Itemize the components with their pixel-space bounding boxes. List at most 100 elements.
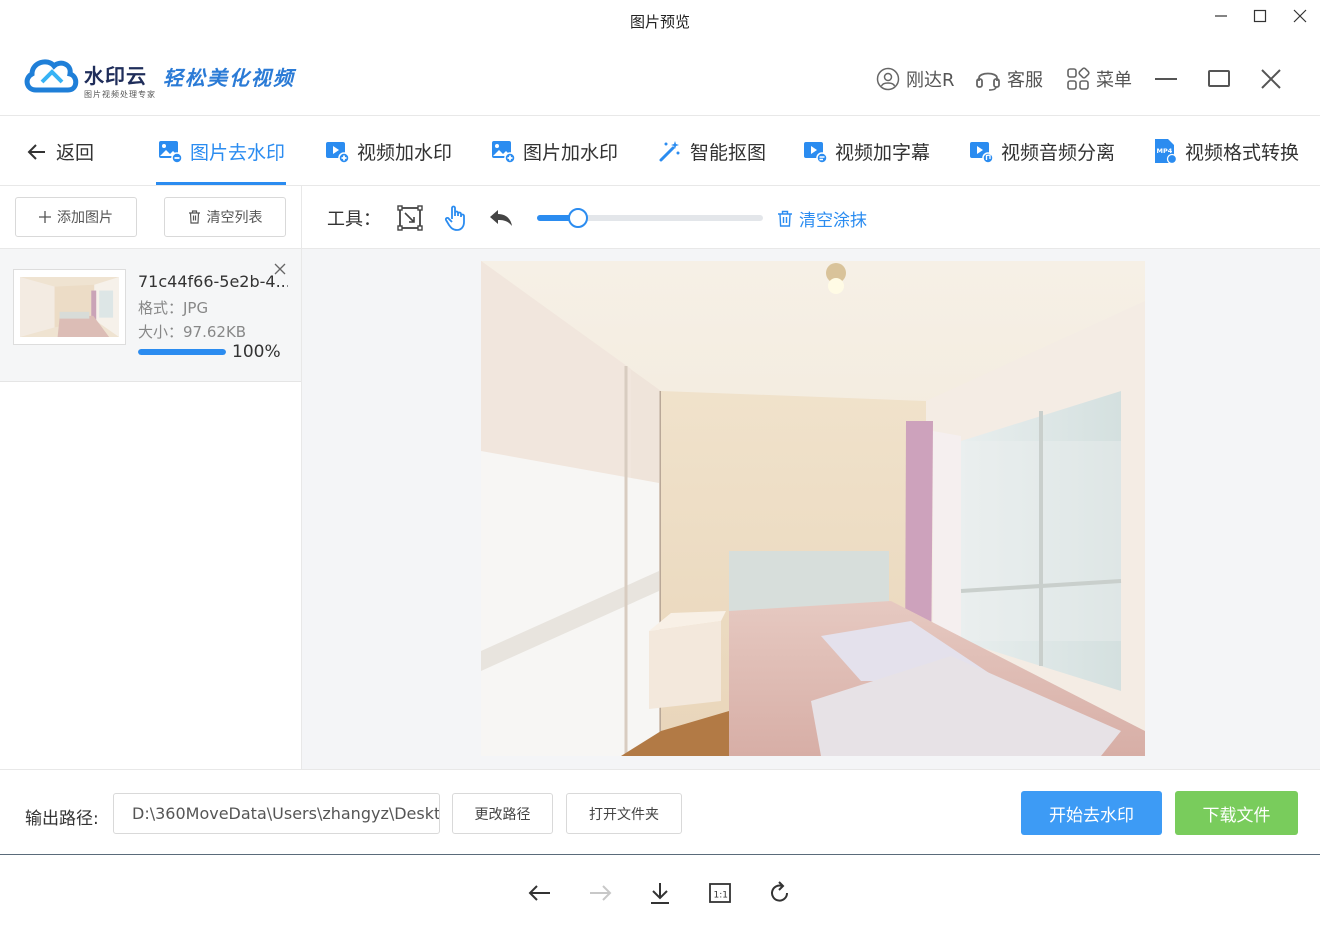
tools-label: 工具： [327, 209, 381, 230]
menu[interactable]: 菜单 [1066, 66, 1132, 92]
image-canvas[interactable] [302, 249, 1320, 769]
tab-image-remove-watermark[interactable]: 图片去水印 [158, 136, 285, 166]
file-thumbnail [13, 269, 126, 345]
app-maximize-button[interactable] [1206, 66, 1232, 92]
minimize-icon [1155, 78, 1177, 80]
rotate-icon [771, 881, 789, 902]
download-icon [651, 883, 669, 904]
back-label: 返回 [56, 142, 95, 164]
image-remove-icon [159, 141, 182, 163]
bedroom-photo[interactable] [481, 261, 1145, 756]
user-name: 刚达R [906, 70, 955, 91]
clear-list-label: 清空列表 [206, 210, 263, 226]
close-icon [1261, 69, 1281, 89]
active-tab-indicator [156, 182, 286, 185]
tab-image-add-watermark[interactable]: 图片加水印 [491, 136, 618, 166]
open-folder-button[interactable]: 打开文件夹 [566, 793, 682, 834]
arrow-left-icon [27, 143, 45, 160]
tab-label: 视频音频分离 [1001, 141, 1116, 164]
app-header: 水印云 图片视频处理专家 轻松美化视频 刚达R 客服 菜单 [0, 40, 1320, 116]
slogan: 轻松美化视频 [163, 66, 295, 90]
tab-label: 视频格式转换 [1185, 141, 1300, 164]
grid-menu-icon [1067, 67, 1090, 90]
rect-select-tool[interactable] [395, 203, 425, 233]
next-button[interactable] [585, 878, 615, 908]
hand-pointer-icon [444, 205, 465, 231]
tab-label: 智能抠图 [690, 141, 767, 164]
video-add-icon [326, 142, 349, 163]
brush-size-slider[interactable] [537, 208, 763, 228]
brush-hand-tool[interactable] [441, 203, 471, 233]
download-button[interactable] [645, 878, 675, 908]
mp4-icon: MP4 [1155, 139, 1177, 164]
tab-video-audio-separation[interactable]: 视频音频分离 [969, 136, 1115, 166]
undo-tool[interactable] [486, 203, 516, 233]
previous-button[interactable] [525, 878, 555, 908]
file-list-item[interactable]: 71c44f66-5e2b-4... 格式：JPG 大小：97.62KB 100… [0, 249, 301, 382]
download-file-button[interactable]: 下载文件 [1175, 791, 1298, 835]
brand: 水印云 图片视频处理专家 [84, 60, 156, 100]
brand-subtitle: 图片视频处理专家 [84, 90, 156, 99]
clear-paint-button[interactable]: 清空涂抹 [777, 206, 867, 231]
add-image-label: 添加图片 [57, 210, 113, 226]
add-image-button[interactable]: 添加图片 [15, 197, 137, 237]
close-window-button[interactable] [1285, 4, 1315, 28]
tab-label: 图片去水印 [190, 141, 286, 164]
preview-controls: 1:1 [0, 856, 1320, 930]
tab-video-subtitles[interactable]: 视频加字幕 [803, 136, 930, 166]
minimize-icon [1215, 15, 1227, 17]
rect-select-icon [397, 205, 423, 231]
rotate-button[interactable] [765, 878, 795, 908]
magic-wand-icon [659, 141, 680, 162]
slider-handle[interactable] [567, 208, 588, 228]
clear-paint-label: 清空涂抹 [799, 211, 867, 231]
arrow-right-icon [590, 885, 612, 901]
window-titlebar: 图片预览 [0, 0, 1320, 40]
start-remove-watermark-button[interactable]: 开始去水印 [1021, 791, 1162, 835]
file-progress-bar [138, 349, 226, 355]
file-progress-fill [138, 349, 226, 355]
video-audio-icon [970, 142, 993, 163]
svg-text:1:1: 1:1 [714, 891, 728, 901]
window-title: 图片预览 [629, 13, 690, 31]
tab-label: 视频加字幕 [835, 141, 931, 164]
back-button[interactable]: 返回 [26, 138, 94, 165]
maximize-icon [1208, 70, 1230, 87]
close-icon[interactable] [272, 261, 288, 277]
maximize-icon [1253, 9, 1267, 23]
change-path-button[interactable]: 更改路径 [452, 793, 553, 834]
trash-icon [778, 210, 792, 227]
clear-list-button[interactable]: 清空列表 [164, 197, 286, 237]
file-format: 格式：JPG [138, 299, 209, 317]
customer-service[interactable]: 客服 [975, 66, 1043, 92]
maximize-button[interactable] [1245, 4, 1275, 28]
tab-video-add-watermark[interactable]: 视频加水印 [325, 136, 452, 166]
service-label: 客服 [1007, 70, 1043, 91]
arrow-left-icon [528, 885, 550, 901]
tab-video-format-convert[interactable]: MP4 视频格式转换 [1153, 136, 1299, 166]
tab-smart-cutout[interactable]: 智能抠图 [658, 136, 766, 166]
trash-icon [188, 210, 200, 224]
output-bar: 输出路径: D:\360MoveData\Users\zhangyz\Deskt… [0, 769, 1320, 855]
output-path-field[interactable]: D:\360MoveData\Users\zhangyz\Desktop [113, 793, 440, 834]
app-close-button[interactable] [1259, 66, 1283, 92]
minimize-button[interactable] [1206, 4, 1236, 28]
actual-size-button[interactable]: 1:1 [705, 878, 735, 908]
file-progress-text: 100% [232, 342, 281, 362]
plus-icon [39, 211, 51, 223]
headset-icon [976, 72, 1000, 91]
close-icon [1293, 9, 1307, 23]
tab-label: 图片加水印 [523, 141, 619, 164]
output-path-label: 输出路径: [25, 809, 99, 829]
one-to-one-icon: 1:1 [709, 883, 731, 903]
image-add-icon [492, 141, 515, 163]
video-subtitle-icon [804, 142, 827, 163]
user-account[interactable]: 刚达R [876, 66, 955, 92]
bedroom-thumbnail-image [20, 277, 119, 337]
feature-tab-bar: 返回 图片去水印 视频加水印 图片加水印 智能抠图 视频加字幕 视频音频分离 M… [0, 116, 1320, 186]
user-icon [876, 67, 900, 91]
menu-label: 菜单 [1096, 70, 1132, 91]
app-minimize-button[interactable] [1153, 66, 1179, 92]
edit-toolbar: 工具： 清空涂抹 [302, 186, 1320, 249]
file-list-panel: 添加图片 清空列表 71c44f66-5e2b-4... 格式：JPG 大小：9… [0, 186, 302, 769]
